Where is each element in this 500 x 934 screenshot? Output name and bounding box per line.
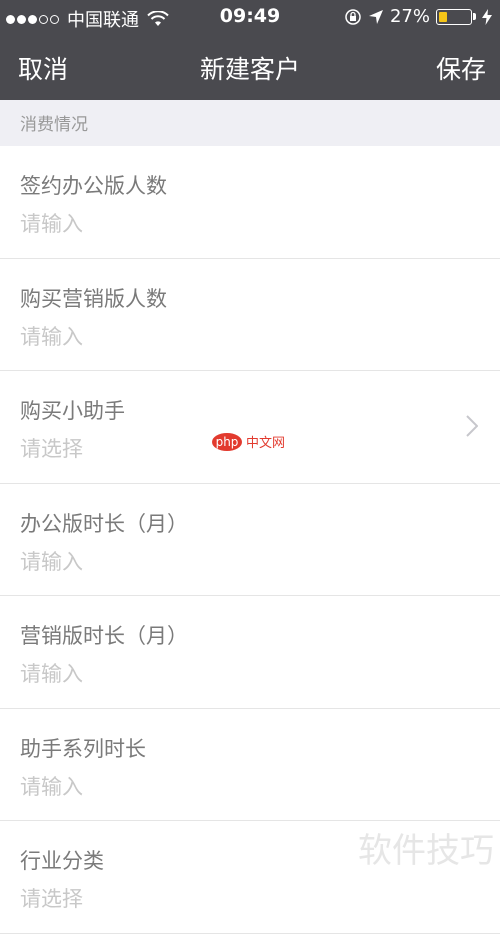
office-seats-input[interactable]: 请输入 [20,208,83,238]
office-duration-input[interactable]: 请输入 [20,546,83,576]
bottom-watermark: 软件技巧 [358,831,494,871]
battery-percent: 27% [389,6,430,27]
chevron-right-icon [466,415,478,437]
location-arrow-icon [368,9,383,24]
form-row-assistant[interactable]: 购买小助手 请选择 [0,371,500,484]
orientation-lock-icon [345,8,361,25]
php-logo: php [212,432,242,451]
form-row-marketing-duration[interactable]: 营销版时长（月） 请输入 [0,596,500,709]
field-label: 购买小助手 [20,399,125,423]
php-watermark-text: 中文网 [246,436,286,451]
battery-icon [436,8,472,25]
marketing-duration-input[interactable]: 请输入 [20,658,83,688]
status-right: 27% [344,6,492,27]
navigation-bar: 取消 新建客户 保存 [0,34,500,100]
form-row-assistant-duration[interactable]: 助手系列时长 请输入 [0,709,500,821]
field-label: 办公版时长（月） [20,511,188,536]
status-bar: 中国联通 09:49 27% [0,0,500,34]
form-row-office-duration[interactable]: 办公版时长（月） 请输入 [0,484,500,596]
marketing-seats-input[interactable]: 请输入 [20,321,83,351]
field-label: 助手系列时长 [20,736,146,761]
php-watermark: php 中文网 [212,432,285,451]
field-label: 购买营销版人数 [20,286,167,311]
assistant-select[interactable]: 请选择 [20,433,83,463]
app-header: 中国联通 09:49 27% 取消 新建客户 保存 [0,0,500,100]
page-title: 新建客户 [199,55,300,84]
section-header: 消费情况 [0,100,500,146]
field-label: 行业分类 [20,849,104,873]
form-list: 签约办公版人数 请输入 购买营销版人数 请输入 购买小助手 请选择 办公版时长（… [0,146,500,934]
field-label: 营销版时长（月） [20,624,188,648]
section-title: 消费情况 [20,115,88,135]
form-row-marketing-seats[interactable]: 购买营销版人数 请输入 [0,259,500,371]
save-button[interactable]: 保存 [436,50,486,86]
charging-bolt-icon [482,8,492,25]
battery-cap [473,13,476,20]
field-label: 签约办公版人数 [20,174,167,198]
assistant-duration-input[interactable]: 请输入 [20,771,83,801]
form-row-office-seats[interactable]: 签约办公版人数 请输入 [0,146,500,259]
